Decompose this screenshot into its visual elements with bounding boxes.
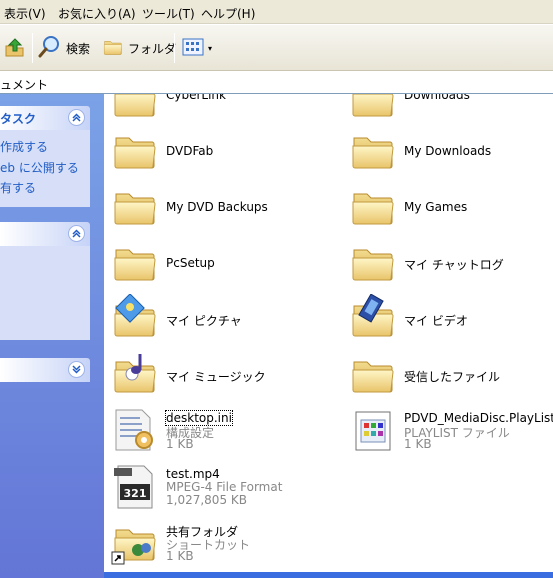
file-name: My DVD Backups	[166, 200, 268, 214]
status-strip	[104, 572, 553, 578]
tasks-panel-header[interactable]: タスク	[0, 106, 90, 130]
folder-icon	[348, 182, 398, 232]
file-name: My Downloads	[404, 144, 492, 158]
folders-icon	[102, 36, 124, 61]
file-item[interactable]: My Games	[348, 182, 548, 234]
file-name: DVDFab	[166, 144, 214, 158]
folders-button[interactable]: フォルダ	[102, 32, 176, 64]
file-item[interactable]: マイ チャットログ	[348, 238, 548, 290]
places-panel-header[interactable]	[0, 222, 90, 246]
file-item[interactable]: CyberLink	[110, 94, 330, 126]
file-name: My Games	[404, 200, 468, 214]
file-name: 受信したファイル	[404, 370, 501, 384]
folder-icon	[110, 182, 160, 232]
folder-icon	[348, 126, 398, 176]
search-button[interactable]: 検索	[38, 32, 90, 64]
collapse-icon[interactable]	[68, 225, 85, 242]
file-item[interactable]: PcSetup	[110, 238, 330, 290]
file-name: マイ ミュージック	[166, 370, 266, 384]
tasks-panel-title: タスク	[0, 112, 37, 126]
shortcut-folder-icon	[111, 518, 160, 565]
playlist-file-icon	[355, 411, 391, 451]
file-item[interactable]: マイ ピクチャ	[110, 294, 330, 346]
file-name: マイ ビデオ	[404, 314, 468, 328]
task-link-publish[interactable]: eb に公開する	[0, 159, 79, 176]
file-name: CyberLink	[166, 94, 226, 102]
file-item[interactable]: 受信したファイル	[348, 350, 548, 402]
file-item[interactable]: PDVD_MediaDisc.PlayList PLAYLIST ファイル 1 …	[348, 406, 553, 458]
file-type: MPEG-4 File Format	[166, 480, 283, 494]
address-path: ュメント	[0, 78, 49, 92]
address-bar[interactable]: ュメント	[0, 72, 553, 94]
settings-file-icon	[115, 409, 153, 451]
file-size: 1 KB	[166, 549, 194, 563]
views-icon	[182, 37, 204, 60]
video-folder-icon	[348, 294, 398, 344]
expand-icon[interactable]	[68, 361, 85, 378]
file-list: CyberLink Downloads DVDFab My Downloads …	[104, 94, 553, 572]
task-link-share[interactable]: 有する	[0, 179, 36, 196]
collapse-icon[interactable]	[68, 109, 85, 126]
task-link-create[interactable]: 作成する	[0, 138, 48, 155]
menu-help[interactable]: ヘルプ(H)	[201, 5, 255, 22]
task-pane: タスク 作成する eb に公開する 有する	[0, 94, 104, 578]
file-item[interactable]: DVDFab	[110, 126, 330, 178]
file-item[interactable]: My Downloads	[348, 126, 548, 178]
file-size: 1,027,805 KB	[166, 493, 247, 507]
menu-bar: 表示(V) お気に入り(A) ツール(T) ヘルプ(H)	[0, 0, 553, 24]
menu-favorites[interactable]: お気に入り(A)	[58, 5, 136, 22]
file-item[interactable]: マイ ビデオ	[348, 294, 548, 346]
file-name: マイ チャットログ	[404, 258, 504, 272]
folder-icon	[348, 238, 398, 288]
file-item[interactable]: desktop.ini 構成設定 1 KB	[110, 406, 330, 458]
file-item[interactable]: My DVD Backups	[110, 182, 330, 234]
file-name: マイ ピクチャ	[166, 314, 242, 328]
file-name: test.mp4	[166, 467, 220, 481]
chevron-down-icon: ▾	[208, 43, 213, 53]
file-item[interactable]: Downloads	[348, 94, 548, 126]
menu-tools[interactable]: ツール(T)	[142, 5, 195, 22]
folders-label: フォルダ	[128, 41, 177, 56]
file-size: 1 KB	[404, 437, 432, 451]
folder-icon	[348, 94, 398, 124]
tasks-panel-body: 作成する eb に公開する 有する	[0, 130, 90, 207]
file-name: PcSetup	[166, 256, 215, 270]
file-item[interactable]: 共有フォルダ ショートカット 1 KB	[110, 518, 330, 570]
up-folder-button[interactable]	[4, 32, 26, 64]
search-label: 検索	[66, 41, 91, 56]
search-icon	[38, 35, 62, 62]
menu-view[interactable]: 表示(V)	[4, 5, 46, 22]
folder-icon	[110, 238, 160, 288]
toolbar: 検索 フォルダ ▾	[0, 25, 553, 71]
music-folder-icon	[110, 354, 160, 400]
places-panel-body	[0, 246, 90, 340]
up-arrow-icon	[4, 36, 26, 61]
file-item[interactable]: マイ ミュージック	[110, 350, 330, 402]
details-panel-header[interactable]	[0, 358, 90, 382]
file-name: PDVD_MediaDisc.PlayList	[404, 411, 553, 425]
folder-icon	[110, 94, 160, 124]
file-name: Downloads	[404, 94, 470, 102]
file-size: 1 KB	[166, 437, 194, 451]
svg-text:321: 321	[124, 487, 147, 500]
file-name: desktop.ini	[165, 410, 233, 426]
mp4-file-icon: 321	[114, 465, 153, 509]
folder-icon	[110, 126, 160, 176]
folder-icon	[348, 350, 398, 400]
pictures-folder-icon	[110, 294, 160, 344]
file-item[interactable]: 321 test.mp4 MPEG-4 File Format 1,027,80…	[110, 462, 330, 514]
views-button[interactable]: ▾	[182, 32, 212, 64]
